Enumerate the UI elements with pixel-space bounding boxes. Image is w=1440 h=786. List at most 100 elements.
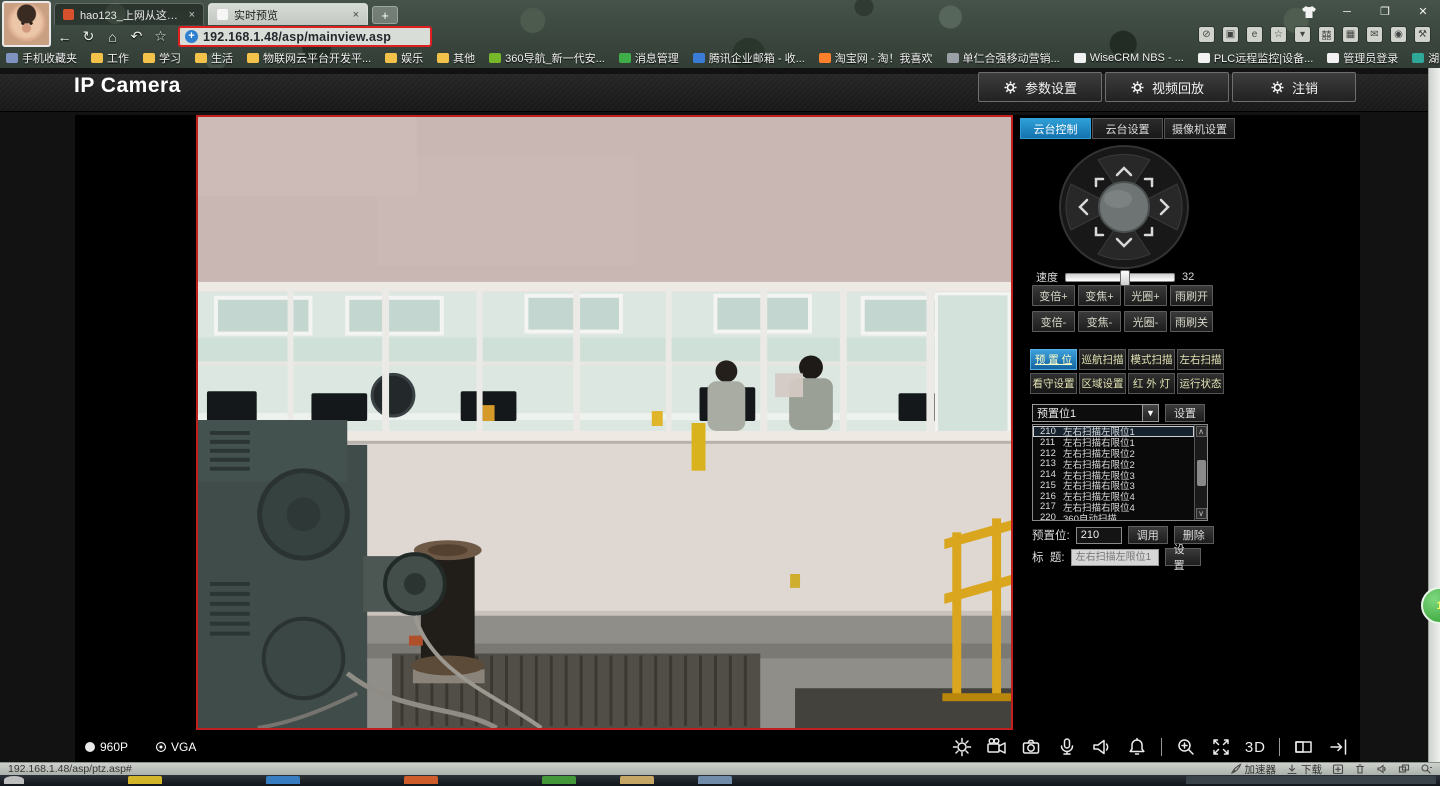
back-icon[interactable]: ← bbox=[56, 29, 73, 45]
scrollbar-thumb[interactable] bbox=[1197, 460, 1206, 486]
volume-icon[interactable] bbox=[1376, 763, 1388, 775]
bookmark-item[interactable]: 生活 bbox=[195, 50, 233, 66]
3d-position-button[interactable]: 3D bbox=[1245, 739, 1266, 756]
preset-call-button[interactable]: 调用 bbox=[1128, 526, 1168, 544]
bookmark-item[interactable]: 湖南华辰智通科技... bbox=[1412, 50, 1440, 66]
ptz-button[interactable]: 变焦+ bbox=[1078, 285, 1121, 306]
skin-icon[interactable] bbox=[1298, 4, 1320, 20]
trash-icon[interactable] bbox=[1354, 763, 1366, 775]
extension-icon[interactable]: ▣ bbox=[1223, 27, 1238, 42]
extension-icon[interactable]: ▦ bbox=[1343, 27, 1358, 42]
panel-toggle-icon[interactable] bbox=[1293, 736, 1315, 758]
header-button[interactable]: 注销 bbox=[1232, 72, 1356, 102]
favorite-star-icon[interactable]: ☆ bbox=[152, 28, 169, 45]
header-button[interactable]: 参数设置 bbox=[978, 72, 1102, 102]
taskbar-icon[interactable] bbox=[698, 776, 732, 784]
taskbar-icon[interactable] bbox=[128, 776, 162, 784]
ptz-button[interactable]: 变倍+ bbox=[1032, 285, 1075, 306]
collapse-arrow-icon[interactable] bbox=[1328, 736, 1350, 758]
browser-tab[interactable]: hao123_上网从这里开始 × bbox=[54, 3, 204, 25]
extension-icon[interactable]: ⊘ bbox=[1199, 27, 1214, 42]
undo-icon[interactable]: ↶ bbox=[128, 28, 145, 45]
bookmark-item[interactable]: 其他 bbox=[437, 50, 475, 66]
address-url[interactable]: 192.168.1.48/asp/mainview.asp bbox=[203, 30, 391, 44]
tab-close-icon[interactable]: × bbox=[353, 9, 359, 21]
extension-icon[interactable]: ⚒ bbox=[1415, 27, 1430, 42]
taskbar-icon[interactable] bbox=[266, 776, 300, 784]
preset-number-input[interactable] bbox=[1076, 527, 1122, 544]
title-set-button[interactable]: 设置 bbox=[1165, 548, 1201, 566]
function-tab[interactable]: 区域设置 bbox=[1079, 373, 1126, 394]
minimize-button[interactable]: ─ bbox=[1336, 3, 1358, 21]
windows-taskbar[interactable] bbox=[0, 775, 1440, 786]
ptz-button[interactable]: 光圈- bbox=[1124, 311, 1167, 332]
settings-gear-icon[interactable] bbox=[951, 736, 973, 758]
alarm-bell-icon[interactable] bbox=[1126, 736, 1148, 758]
function-tab[interactable]: 运行状态 bbox=[1177, 373, 1224, 394]
extension-icon[interactable]: e bbox=[1247, 27, 1262, 42]
speed-slider[interactable] bbox=[1065, 273, 1175, 282]
ptz-button[interactable]: 雨刷关 bbox=[1170, 311, 1213, 332]
preset-set-button[interactable]: 设置 bbox=[1165, 404, 1205, 422]
ptz-dpad[interactable] bbox=[1058, 144, 1190, 270]
speed-slider-thumb[interactable] bbox=[1120, 270, 1130, 286]
taskbar-icon[interactable] bbox=[620, 776, 654, 784]
refresh-icon[interactable]: ↻ bbox=[80, 28, 97, 45]
search-zoom-icon[interactable] bbox=[1420, 763, 1432, 775]
system-tray[interactable] bbox=[1186, 776, 1436, 784]
bookmark-item[interactable]: PLC远程监控|设备... bbox=[1198, 50, 1313, 66]
taskbar-icon[interactable] bbox=[542, 776, 576, 784]
browser-tab[interactable]: 实时预览 × bbox=[208, 3, 368, 25]
function-tab[interactable]: 巡航扫描 bbox=[1079, 349, 1126, 370]
add-box-icon[interactable] bbox=[1332, 763, 1344, 775]
speaker-horn-icon[interactable] bbox=[1091, 736, 1113, 758]
user-avatar[interactable] bbox=[2, 1, 51, 47]
snapshot-camera-icon[interactable] bbox=[1021, 736, 1043, 758]
record-camcorder-icon[interactable] bbox=[986, 736, 1008, 758]
address-bar[interactable]: + 192.168.1.48/asp/mainview.asp bbox=[178, 26, 432, 47]
close-button[interactable]: ✕ bbox=[1412, 3, 1434, 21]
taskbar-icon[interactable] bbox=[404, 776, 438, 784]
bookmark-item[interactable]: 物联网云平台开发平... bbox=[247, 50, 371, 66]
windows-stack-icon[interactable] bbox=[1398, 763, 1410, 775]
home-icon[interactable]: ⌂ bbox=[104, 29, 121, 45]
resolution-radio[interactable]: VGA bbox=[156, 740, 196, 754]
extension-icon[interactable]: ☆ bbox=[1271, 27, 1286, 42]
panel-tab[interactable]: 云台设置 bbox=[1092, 118, 1163, 139]
ptz-button[interactable]: 变焦- bbox=[1078, 311, 1121, 332]
fullscreen-icon[interactable] bbox=[1210, 736, 1232, 758]
panel-tab[interactable]: 云台控制 bbox=[1020, 118, 1091, 139]
bookmark-item[interactable]: 管理员登录 bbox=[1327, 50, 1398, 66]
function-tab[interactable]: 模式扫描 bbox=[1128, 349, 1175, 370]
chevron-down-icon[interactable]: ▼ bbox=[1142, 405, 1158, 421]
ptz-button[interactable]: 光圈+ bbox=[1124, 285, 1167, 306]
bookmark-item[interactable]: 手机收藏夹 bbox=[6, 50, 77, 66]
function-tab[interactable]: 看守设置 bbox=[1030, 373, 1077, 394]
bookmark-item[interactable]: 工作 bbox=[91, 50, 129, 66]
new-tab-button[interactable]: + bbox=[372, 6, 398, 24]
list-scrollbar[interactable]: ∧ ∨ bbox=[1194, 425, 1207, 520]
page-scrollbar[interactable] bbox=[1428, 68, 1440, 762]
bookmark-item[interactable]: 360导航_新一代安... bbox=[489, 50, 605, 66]
microphone-icon[interactable] bbox=[1056, 736, 1078, 758]
ptz-button[interactable]: 雨刷开 bbox=[1170, 285, 1213, 306]
bookmark-item[interactable]: WiseCRM NBS - ... bbox=[1074, 52, 1184, 64]
scroll-down-icon[interactable]: ∨ bbox=[1196, 508, 1207, 519]
extension-icon[interactable]: 囍 bbox=[1319, 27, 1334, 42]
preset-title-input[interactable] bbox=[1071, 549, 1159, 566]
tab-close-icon[interactable]: × bbox=[189, 9, 195, 21]
bookmark-item[interactable]: 单仁合强移动营销... bbox=[947, 50, 1060, 66]
bookmark-item[interactable]: 消息管理 bbox=[619, 50, 679, 66]
header-button[interactable]: 视频回放 bbox=[1105, 72, 1229, 102]
start-orb[interactable] bbox=[4, 776, 24, 784]
function-tab[interactable]: 左右扫描 bbox=[1177, 349, 1224, 370]
scroll-up-icon[interactable]: ∧ bbox=[1196, 426, 1207, 437]
accelerator-badge[interactable]: 1 bbox=[1421, 587, 1440, 624]
bookmark-item[interactable]: 娱乐 bbox=[385, 50, 423, 66]
function-tab[interactable]: 预 置 位 bbox=[1030, 349, 1077, 370]
function-tab[interactable]: 红 外 灯 bbox=[1128, 373, 1175, 394]
panel-tab[interactable]: 摄像机设置 bbox=[1164, 118, 1235, 139]
extension-icon[interactable]: ▾ bbox=[1295, 27, 1310, 42]
preset-list-item[interactable]: 220 360自动扫描 bbox=[1033, 512, 1194, 520]
extension-icon[interactable]: ✉ bbox=[1367, 27, 1382, 42]
